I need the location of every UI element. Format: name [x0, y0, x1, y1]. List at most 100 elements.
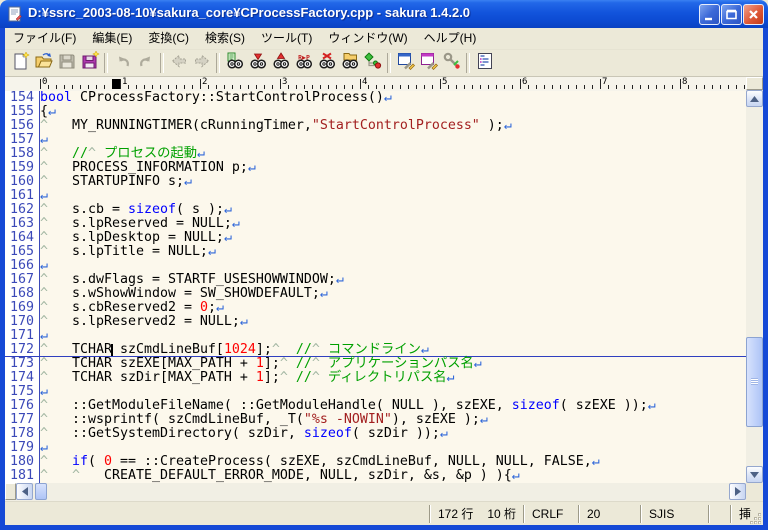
code-line-168[interactable]: 168 ^ s.wShowWindow = SW_SHOWDEFAULT;↵	[5, 287, 746, 301]
menu-edit[interactable]: 編集(E)	[84, 28, 140, 49]
code-area[interactable]: 154 bool CProcessFactory::StartControlPro…	[5, 91, 746, 483]
scroll-down-button[interactable]	[746, 466, 763, 483]
ruler-tick	[240, 85, 241, 89]
menu-file[interactable]: ファイル(F)	[5, 28, 84, 49]
code-line-170[interactable]: 170 ^ s.lpReserved2 = NULL;↵	[5, 315, 746, 329]
code-line-181[interactable]: 181 ^ ^ CREATE_DEFAULT_ERROR_MODE, NULL, sz…	[5, 469, 746, 483]
undo-button[interactable]	[111, 52, 134, 74]
grep-button[interactable]	[338, 52, 361, 74]
replace-button[interactable]: R▶P	[292, 52, 315, 74]
find-prev-button[interactable]	[269, 51, 292, 74]
code-line-173[interactable]: 173 ^ TCHAR szEXE[MAX_PATH + 1];^//^ アプリケーシ…	[5, 357, 746, 371]
scroll-left-button[interactable]	[16, 483, 33, 500]
horizontal-scrollbar[interactable]	[5, 483, 746, 501]
ruler-tick	[688, 85, 689, 89]
code-line-180[interactable]: 180 ^ if( 0 == ::CreateProcess( szEXE, szC…	[5, 455, 746, 469]
save-button[interactable]	[55, 52, 78, 74]
code-token: "%s -NOWIN"	[303, 412, 392, 427]
menu-tool[interactable]: ツール(T)	[253, 28, 320, 49]
title-bar[interactable]: D:¥ssrc_2003-08-10¥sakura_core¥CProcessF…	[0, 0, 768, 28]
code-token: //	[295, 342, 312, 357]
code-line-179[interactable]: 179 ↵	[5, 441, 746, 455]
return-mark: ↵	[223, 202, 232, 217]
line-number: 181	[10, 468, 34, 483]
code-line-162[interactable]: 162 ^ s.cb = sizeof( s );↵	[5, 203, 746, 217]
jump-forward-button[interactable]	[190, 52, 213, 74]
code-line-171[interactable]: 171 ↵	[5, 329, 746, 343]
code-line-172[interactable]: 172 ^ TCHAR szCmdLineBuf[1024];^//^ コマンドライン…	[5, 343, 746, 357]
vertical-scrollbar[interactable]	[746, 77, 763, 483]
vscroll-thumb[interactable]	[746, 337, 763, 427]
outline-button[interactable]	[473, 52, 496, 74]
code-line-164[interactable]: 164 ^ s.lpDesktop = NULL;↵	[5, 231, 746, 245]
code-line-160[interactable]: 160 ^ STARTUPINFO s;↵	[5, 175, 746, 189]
ruler-tick	[120, 79, 121, 89]
code-line-159[interactable]: 159 ^ PROCESS_INFORMATION p;↵	[5, 161, 746, 175]
code-line-166[interactable]: 166 ↵	[5, 259, 746, 273]
menu-help[interactable]: ヘルプ(H)	[416, 28, 485, 49]
scroll-up-button[interactable]	[746, 90, 763, 107]
code-token: PROCESS_INFORMATION p;	[72, 160, 248, 175]
ruler-tick	[88, 85, 89, 89]
jump-back-button[interactable]	[167, 52, 190, 74]
ruler-tick	[672, 85, 673, 89]
customize-button[interactable]	[440, 52, 463, 74]
line-number: 179	[10, 440, 34, 455]
window-border-bottom	[0, 525, 768, 530]
hscroll-thumb[interactable]	[35, 483, 47, 500]
find-button[interactable]	[223, 52, 246, 74]
tab-mark: ^	[40, 469, 48, 483]
find-close-button[interactable]	[315, 52, 338, 74]
hsplit-handle[interactable]	[5, 483, 16, 500]
resize-grip[interactable]	[749, 512, 762, 525]
ruler-tick	[96, 85, 97, 89]
code-line-163[interactable]: 163 ^ s.lpReserved = NULL;↵	[5, 217, 746, 231]
ruler-tick	[248, 85, 249, 89]
code-line-176[interactable]: 176 ^::GetModuleFileName( ::GetModuleHand…	[5, 399, 746, 413]
redo-button[interactable]	[134, 52, 157, 74]
menu-search[interactable]: 検索(S)	[197, 28, 253, 49]
common-settings-button[interactable]	[417, 52, 440, 74]
code-line-169[interactable]: 169 ^ s.cbReserved2 = 0;↵	[5, 301, 746, 315]
code-token: (	[88, 454, 104, 469]
code-line-174[interactable]: 174 ^ TCHAR szDir[MAX_PATH + 1];^//^ ディレクトリ…	[5, 371, 746, 385]
code-token: if	[72, 454, 88, 469]
app-icon	[7, 6, 23, 22]
line-number: 157	[10, 132, 34, 147]
code-line-155[interactable]: 155 {↵	[5, 105, 746, 119]
code-line-156[interactable]: 156 ^ MY_RUNNINGTIMER(cRunningTimer,"Start…	[5, 119, 746, 133]
menu-window[interactable]: ウィンドウ(W)	[320, 28, 415, 49]
code-line-178[interactable]: 178 ^::GetSystemDirectory( szDir, sizeof(…	[5, 427, 746, 441]
tag-jump-button[interactable]	[361, 51, 384, 74]
code-token: ), szEXE );	[391, 412, 480, 427]
scroll-right-button[interactable]	[729, 483, 746, 500]
vsplit-handle[interactable]	[746, 77, 763, 90]
new-file-button[interactable]	[9, 50, 32, 74]
code-line-177[interactable]: 177 ^::wsprintf( szCmdLineBuf, _T("%s -NO…	[5, 413, 746, 427]
code-token: s.lpDesktop = NULL;	[72, 230, 224, 245]
code-token: ( s );	[175, 202, 224, 217]
ruler-label: 3	[282, 77, 288, 87]
find-next-button[interactable]	[246, 52, 269, 74]
code-line-158[interactable]: 158 ^//^ プロセスの起動↵	[5, 147, 746, 161]
tab-mark: ^	[40, 315, 48, 329]
find-close-icon	[317, 51, 337, 76]
save-as-button[interactable]	[78, 49, 101, 74]
code-line-161[interactable]: 161 ↵	[5, 189, 746, 203]
code-line-157[interactable]: 157 ↵	[5, 133, 746, 147]
maximize-button[interactable]	[721, 4, 742, 25]
code-line-167[interactable]: 167 ^ s.dwFlags = STARTF_USESHOWWINDOW;↵	[5, 273, 746, 287]
line-text: bool CProcessFactory::StartControlProces…	[40, 91, 392, 105]
code-line-175[interactable]: 175 ↵	[5, 385, 746, 399]
close-button[interactable]	[743, 4, 764, 25]
code-line-165[interactable]: 165 ^ s.lpTitle = NULL;↵	[5, 245, 746, 259]
menu-convert[interactable]: 変換(C)	[140, 28, 197, 49]
tab-mark: ^	[40, 371, 48, 385]
minimize-button[interactable]	[699, 4, 720, 25]
open-file-button[interactable]	[32, 52, 55, 74]
ruler-tick	[408, 85, 409, 89]
code-token: s.lpReserved2 = NULL;	[72, 314, 240, 329]
type-settings-button[interactable]	[394, 52, 417, 74]
code-token: 0	[199, 300, 208, 315]
code-line-154[interactable]: 154 bool CProcessFactory::StartControlPro…	[5, 91, 746, 105]
